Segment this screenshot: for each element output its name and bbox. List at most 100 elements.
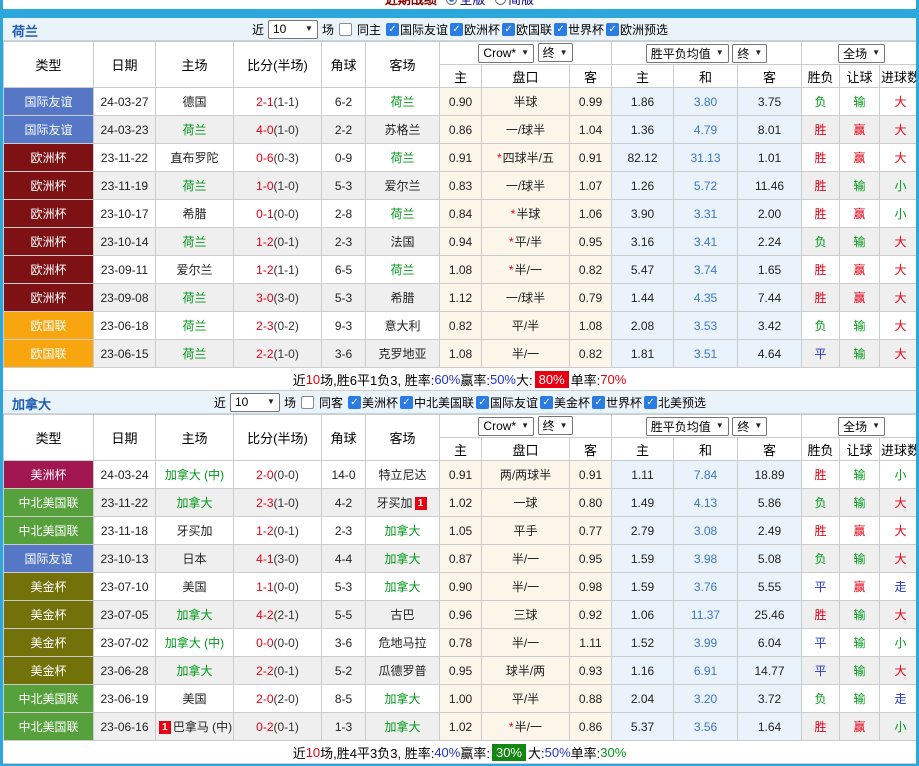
handicap-line: 球半/两	[481, 656, 570, 685]
match-date: 23-10-17	[93, 199, 156, 228]
handicap-final-select[interactable]: 终 ▼	[537, 416, 573, 436]
summary-part: 50%	[489, 371, 516, 387]
handicap-result-flag: 赢	[839, 283, 881, 312]
handicap-text: 一/球半	[505, 291, 546, 305]
fulltime-score: 2-0	[256, 467, 274, 482]
home-team-name: 荷兰	[182, 291, 207, 305]
match-date: 23-11-19	[93, 171, 156, 200]
league-checkbox[interactable]: ✓	[450, 22, 463, 36]
league-label: 欧洲杯	[464, 22, 501, 37]
type-badge: 中北美国联	[3, 712, 94, 741]
handicap-text: 半球	[516, 207, 541, 221]
league-checkbox[interactable]: ✓	[592, 395, 606, 409]
home-team-name: 牙买加	[176, 524, 213, 538]
away-team: 爱尔兰	[365, 171, 440, 200]
league-checkbox[interactable]: ✓	[540, 395, 554, 409]
odds-final-select[interactable]: 终 ▼	[732, 43, 768, 63]
home-team: 爱尔兰	[155, 255, 234, 284]
summary-part: 赢率:	[460, 372, 490, 388]
odds-type-select[interactable]: 胜平负均值 ▼	[645, 43, 729, 63]
corner-score: 2-3	[321, 516, 366, 545]
home-team-name: 巴拿马 (中)	[172, 720, 233, 734]
same-venue-checkbox[interactable]	[338, 22, 352, 36]
col-odds-home: 主	[611, 437, 674, 461]
corner-score: 8-5	[321, 684, 366, 713]
goals-result-flag: 大	[879, 255, 916, 284]
score: 1-2(0-1)	[233, 516, 322, 545]
company-select[interactable]: Crow* ▼	[478, 43, 535, 63]
summary-part: 场,胜4平3负3, 胜率:	[320, 745, 435, 761]
chevron-down-icon: ▼	[754, 421, 763, 430]
league-checkbox[interactable]: ✓	[385, 22, 399, 36]
score: 1-0(1-0)	[233, 171, 322, 200]
col-away: 客场	[365, 41, 440, 88]
result-flag: 负	[801, 544, 841, 573]
handicap-odds-home: 0.86	[439, 115, 482, 144]
odds-draw: 6.91	[673, 656, 738, 685]
fulltime-score: 2-1	[256, 94, 274, 109]
odds-draw: 3.99	[673, 628, 738, 657]
fulltime-score: 1-0	[256, 178, 274, 193]
match-row: 美金杯 23-07-10 美国 1-1(0-0) 5-3 加拿大 0.90 半/一 0.98 1.…	[3, 572, 916, 601]
chevron-down-icon: ▼	[521, 48, 530, 58]
matches-count-select[interactable]: 10 ▼	[229, 392, 280, 412]
halftime-score: (3-0)	[273, 290, 299, 305]
league-checkbox[interactable]: ✓	[606, 22, 620, 36]
handicap-text: 半/一	[514, 720, 542, 734]
matches-table: 类型 日期 主场 比分(半场) 角球 客场 Crow* ▼ 终 ▼ 胜平负均值 ▼ 终…	[3, 414, 916, 741]
version-option-full[interactable]: 全版	[446, 0, 486, 7]
chevron-down-icon: ▼	[715, 48, 724, 57]
league-checkbox[interactable]: ✓	[644, 395, 658, 409]
radio-simple-icon[interactable]	[495, 0, 507, 5]
league-checkbox[interactable]: ✓	[399, 395, 413, 409]
handicap-result-flag: 输	[839, 339, 881, 368]
league-checkbox[interactable]: ✓	[476, 395, 489, 409]
company-select[interactable]: Crow* ▼	[478, 416, 535, 436]
col-goals: 进球数	[879, 64, 916, 88]
scope-select[interactable]: 全场 ▼	[838, 43, 885, 63]
result-flag: 平	[801, 572, 841, 601]
radio-full-icon[interactable]	[446, 0, 458, 5]
same-venue-checkbox[interactable]	[300, 395, 314, 409]
match-row: 美洲杯 24-03-24 加拿大 (中) 2-0(0-0) 14-0 特立尼达 0.91 两/…	[3, 460, 916, 489]
handicap-odds-away: 0.95	[569, 544, 612, 573]
match-date: 23-09-11	[93, 255, 156, 284]
odds-away: 5.86	[736, 488, 803, 517]
match-date: 23-07-02	[93, 628, 156, 657]
col-odds-home: 主	[611, 64, 674, 88]
odds-away: 4.64	[736, 339, 803, 368]
col-type: 类型	[3, 41, 94, 88]
summary-part: 60%	[434, 371, 461, 387]
goals-result-flag: 小	[879, 171, 916, 200]
handicap-result-flag: 赢	[839, 115, 881, 144]
league-label: 北美预选	[658, 395, 707, 410]
away-team-name: 克罗地亚	[378, 347, 427, 361]
handicap-text: 平/半	[514, 235, 542, 249]
handicap-final-select[interactable]: 终 ▼	[537, 43, 573, 63]
home-team: 荷兰	[155, 115, 234, 144]
result-flag: 胜	[801, 199, 841, 228]
goals-result-flag: 走	[879, 684, 916, 713]
away-team-name: 加拿大	[384, 524, 421, 538]
odds-home: 1.59	[611, 572, 674, 601]
league-checkbox[interactable]: ✓	[554, 22, 568, 36]
scope-select[interactable]: 全场 ▼	[838, 416, 885, 436]
handicap-odds-home: 1.08	[439, 255, 482, 284]
goals-result-flag: 小	[879, 460, 916, 489]
handicap-result-flag: 输	[839, 87, 881, 116]
away-team: 特立尼达	[365, 460, 440, 489]
odds-type-select[interactable]: 胜平负均值 ▼	[645, 416, 729, 436]
league-label: 世界杯	[606, 395, 643, 410]
near-label: 近	[251, 22, 264, 37]
odds-final-select[interactable]: 终 ▼	[732, 416, 768, 436]
handicap-line: *平/半	[481, 227, 570, 256]
matches-count-select[interactable]: 10 ▼	[267, 19, 318, 39]
result-flag: 平	[801, 628, 841, 657]
home-team: 美国	[155, 572, 234, 601]
version-option-simple[interactable]: 简版	[495, 0, 534, 7]
league-checkbox[interactable]: ✓	[347, 395, 361, 409]
col-home: 主场	[155, 414, 234, 461]
handicap-text: 球半/两	[505, 664, 546, 678]
league-checkbox[interactable]: ✓	[502, 22, 516, 36]
matches-table: 类型 日期 主场 比分(半场) 角球 客场 Crow* ▼ 终 ▼ 胜平负均值 ▼ 终…	[3, 41, 916, 368]
